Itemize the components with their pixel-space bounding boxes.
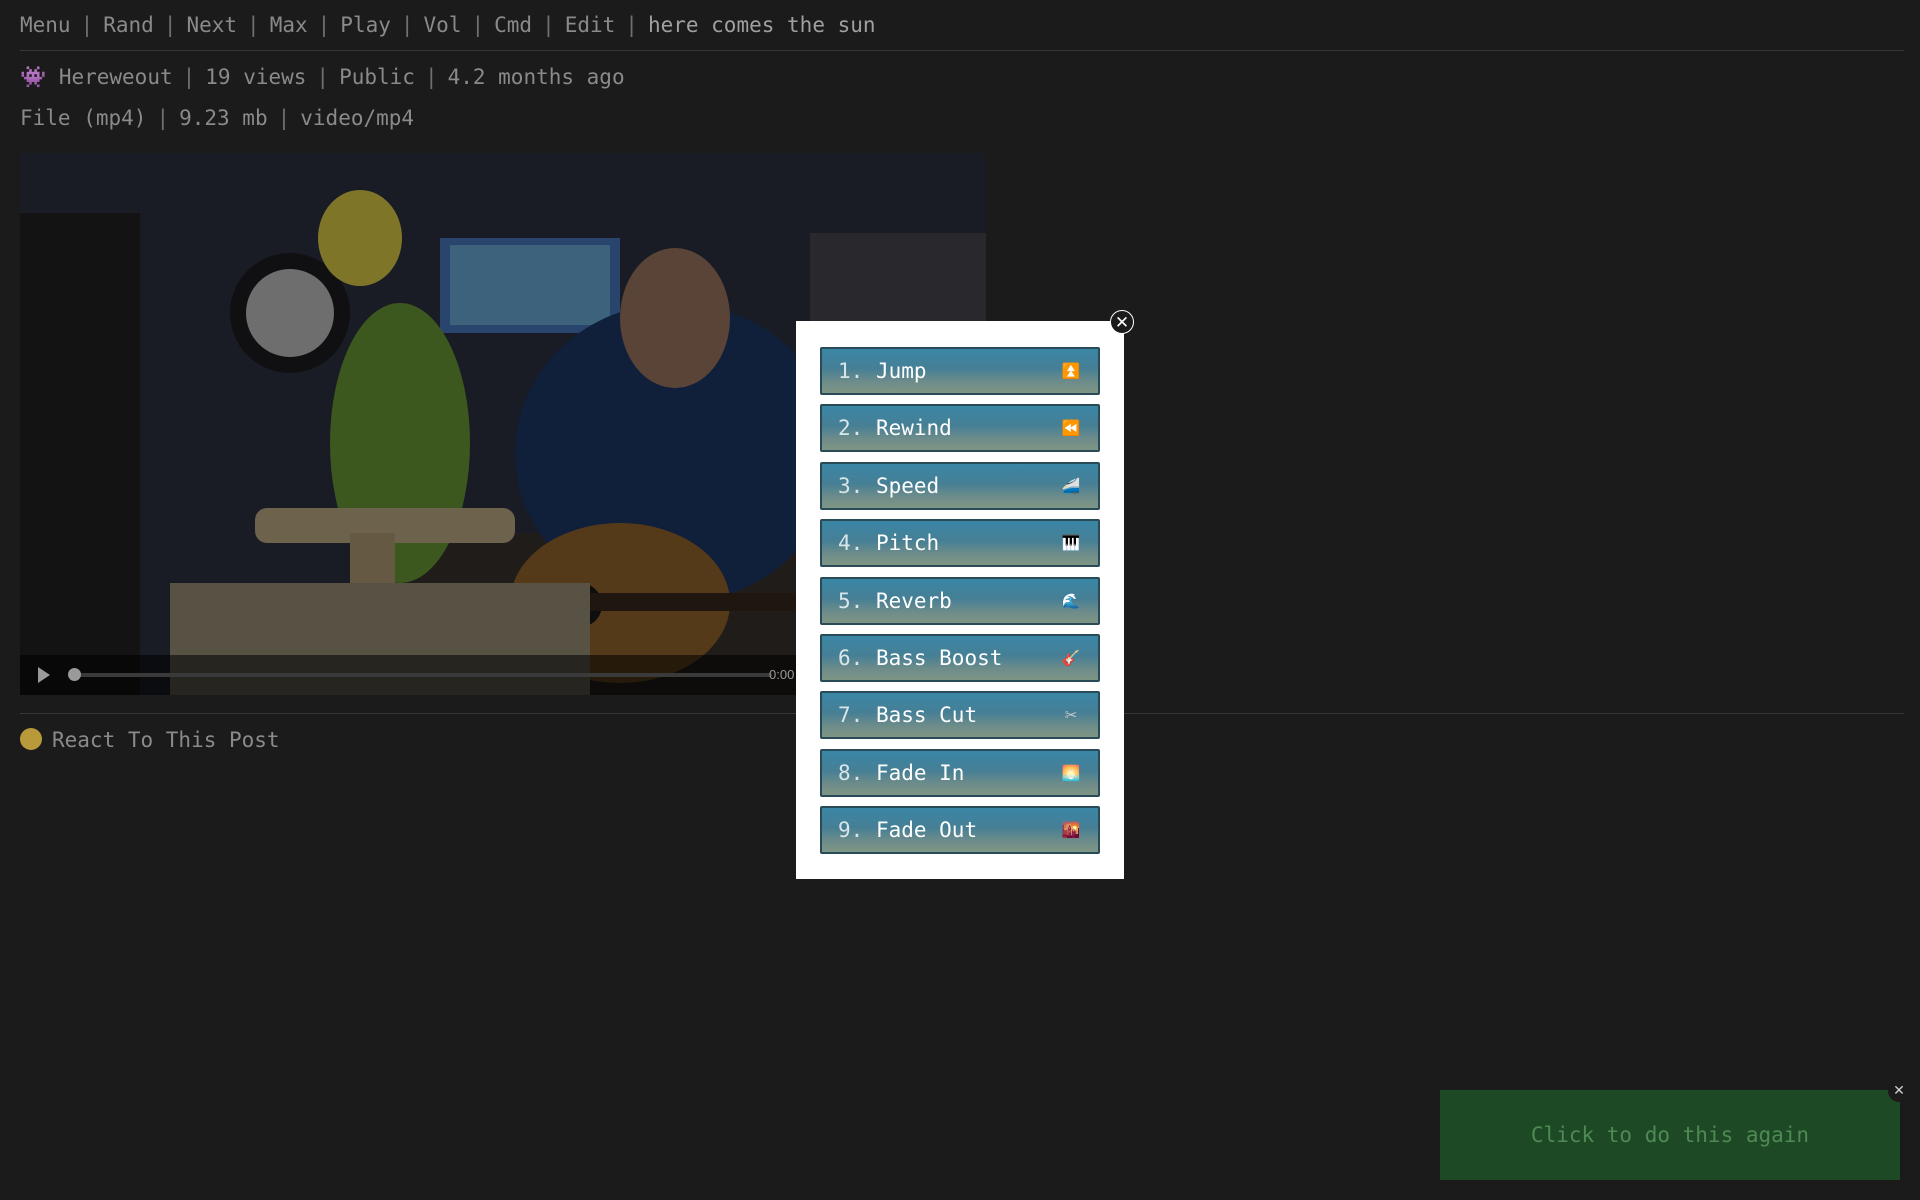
bullet-train-icon: 🚄 [1061, 477, 1081, 495]
effect-button-reverb[interactable]: 5. Reverb 🌊 [820, 577, 1100, 625]
nav-separator: | [542, 13, 555, 37]
effect-button-fade-in[interactable]: 8. Fade In 🌅 [820, 749, 1100, 797]
effect-button-bass-cut[interactable]: 7. Bass Cut ✂ [820, 691, 1100, 739]
page-title: here comes the sun [647, 13, 876, 37]
effect-button-fade-out[interactable]: 9. Fade Out 🌇 [820, 806, 1100, 854]
meta-separator: | [424, 65, 438, 89]
effect-number: 4. [838, 531, 864, 555]
nav-separator: | [625, 13, 638, 37]
effect-label: Jump [875, 359, 927, 383]
effect-button-pitch[interactable]: 4. Pitch 🎹 [820, 519, 1100, 567]
nav-vol-link[interactable]: Vol [424, 13, 462, 37]
effect-button-bass-boost[interactable]: 6. Bass Boost 🎸 [820, 634, 1100, 682]
meta-separator: | [182, 65, 196, 89]
post-meta: 👾 Hereweout | 19 views | Public | 4.2 months a… [20, 64, 625, 90]
visibility-label: Public [339, 65, 415, 89]
effect-label: Fade In [875, 761, 965, 785]
close-icon[interactable]: ✕ [1110, 310, 1134, 334]
piano-keys-icon: 🎹 [1061, 534, 1081, 552]
effect-number: 2. [838, 416, 864, 440]
nav-separator: | [80, 13, 94, 37]
nav-rand-link[interactable]: Rand [103, 13, 154, 37]
effect-button-speed[interactable]: 3. Speed 🚄 [820, 462, 1100, 510]
nav-separator: | [400, 13, 414, 37]
effect-label: Pitch [875, 531, 940, 555]
sunset-city-icon: 🌇 [1061, 821, 1081, 839]
nav-max-link[interactable]: Max [270, 13, 308, 37]
scissors-icon: ✂ [1064, 706, 1078, 724]
sunrise-icon: 🌅 [1061, 764, 1081, 782]
repeat-action-toast[interactable]: Click to do this again [1440, 1090, 1900, 1180]
toast-close-icon[interactable]: ✕ [1888, 1080, 1910, 1102]
nav-separator: | [163, 13, 177, 37]
nav-edit-link[interactable]: Edit [565, 13, 616, 37]
nav-play-link[interactable]: Play [340, 13, 391, 37]
wave-icon: 🌊 [1061, 592, 1081, 610]
effect-label: Reverb [875, 589, 952, 613]
nav-separator: | [471, 13, 485, 37]
effect-number: 7. [838, 703, 864, 727]
nav-separator: | [317, 13, 331, 37]
effect-button-rewind[interactable]: 2. Rewind ⏪ [820, 404, 1100, 452]
meta-separator: | [156, 106, 170, 130]
effect-number: 8. [838, 761, 864, 785]
effect-number: 5. [838, 589, 864, 613]
effect-number: 9. [838, 818, 864, 842]
react-to-post-button[interactable]: React To This Post [20, 727, 280, 753]
up-arrow-icon: ⏫ [1061, 362, 1081, 380]
top-nav: Menu | Rand | Next | Max | Play | Vol | Cmd | Edit | her… [20, 12, 876, 38]
post-age: 4.2 months ago [447, 65, 625, 89]
play-icon[interactable] [38, 667, 50, 683]
nav-next-link[interactable]: Next [186, 13, 237, 37]
view-count: 19 views [205, 65, 307, 89]
file-type: File (mp4) [20, 106, 147, 130]
effect-label: Rewind [875, 416, 952, 440]
file-meta: File (mp4) | 9.23 mb | video/mp4 [20, 105, 414, 131]
file-size: 9.23 mb [179, 106, 268, 130]
hugging-face-icon [20, 728, 42, 750]
meta-separator: | [277, 106, 291, 130]
react-label: React To This Post [52, 728, 280, 752]
top-divider [20, 50, 1904, 51]
nav-menu-link[interactable]: Menu [20, 13, 71, 37]
effect-number: 6. [838, 646, 864, 670]
video-time: 0:00 [769, 667, 795, 682]
effect-number: 1. [838, 359, 864, 383]
effect-label: Bass Boost [875, 646, 1003, 670]
rewind-icon: ⏪ [1061, 419, 1081, 437]
effect-button-jump[interactable]: 1. Jump ⏫ [820, 347, 1100, 395]
nav-cmd-link[interactable]: Cmd [494, 13, 532, 37]
nav-separator: | [247, 13, 260, 37]
effect-label: Bass Cut [875, 703, 978, 727]
meta-separator: | [316, 65, 330, 89]
guitar-icon: 🎸 [1061, 649, 1081, 667]
seek-knob[interactable] [68, 668, 81, 681]
effect-number: 3. [838, 474, 864, 498]
author-link[interactable]: Hereweout [59, 65, 173, 89]
effect-label: Fade Out [875, 818, 978, 842]
alien-monster-icon: 👾 [20, 65, 47, 89]
seek-bar[interactable] [72, 673, 772, 677]
effect-label: Speed [875, 474, 940, 498]
mime-type: video/mp4 [300, 106, 415, 130]
